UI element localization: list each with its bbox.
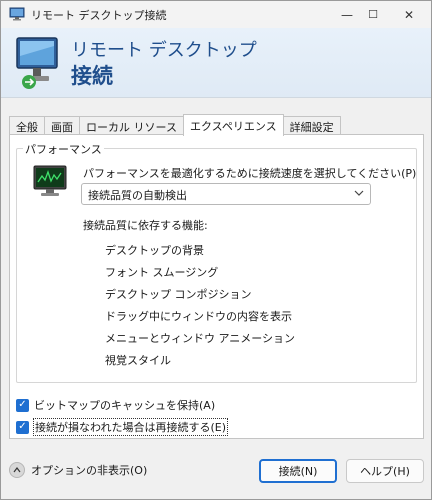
performance-group-label: パフォーマンス xyxy=(23,141,104,157)
remote-desktop-window: リモート デスクトップ接続 — ☐ ✕ リモート デスクトップ 接続 全般 画面… xyxy=(0,0,432,500)
remote-desktop-icon xyxy=(9,7,25,21)
checkbox-label: 接続が損なわれた場合は再接続する(E) xyxy=(33,418,228,436)
feature-item: 視覚スタイル xyxy=(105,354,171,367)
banner-title-line1: リモート デスクトップ xyxy=(71,40,257,61)
feature-item: デスクトップ コンポジション xyxy=(105,288,252,301)
hide-options-label: オプションの非表示(O) xyxy=(31,464,148,477)
banner-title-line2: 接続 xyxy=(71,64,113,88)
window-title: リモート デスクトップ接続 xyxy=(31,9,167,22)
chevron-down-icon xyxy=(354,186,364,203)
feature-item: デスクトップの背景 xyxy=(105,244,204,257)
persistent-bitmap-caching-checkbox[interactable]: ✓ ビットマップのキャッシュを保持(A) xyxy=(16,397,215,413)
connection-speed-description: パフォーマンスを最適化するために接続速度を選択してください(P) xyxy=(83,167,417,180)
experience-panel: パフォーマンス パフォーマンスを最適化するために接続速度を選択してください(P)… xyxy=(9,134,424,439)
maximize-button[interactable]: ☐ xyxy=(353,1,393,28)
connection-speed-dropdown[interactable]: 接続品質の自動検出 xyxy=(81,183,371,205)
title-bar: リモート デスクトップ接続 — ☐ ✕ xyxy=(1,1,431,28)
connection-speed-selected: 接続品質の自動検出 xyxy=(88,189,187,202)
tab-general[interactable]: 全般 xyxy=(9,116,45,135)
checkbox-label: ビットマップのキャッシュを保持(A) xyxy=(34,399,216,412)
help-button[interactable]: ヘルプ(H) xyxy=(346,459,424,483)
hide-options-toggle[interactable]: オプションの非表示(O) xyxy=(9,462,147,478)
banner: リモート デスクトップ 接続 xyxy=(1,28,431,98)
tab-display[interactable]: 画面 xyxy=(44,116,80,135)
feature-item: メニューとウィンドウ アニメーション xyxy=(105,332,296,345)
features-heading: 接続品質に依存する機能: xyxy=(83,219,208,232)
performance-monitor-icon xyxy=(33,165,67,196)
tab-strip: 全般 画面 ローカル リソース エクスペリエンス 詳細設定 xyxy=(9,114,341,136)
close-button[interactable]: ✕ xyxy=(389,1,429,28)
feature-item: ドラッグ中にウィンドウの内容を表示 xyxy=(105,310,292,323)
chevron-up-icon[interactable] xyxy=(9,462,25,478)
tab-local-resources[interactable]: ローカル リソース xyxy=(79,116,184,135)
performance-group: パフォーマンス パフォーマンスを最適化するために接続速度を選択してください(P)… xyxy=(16,141,417,383)
remote-desktop-monitor-icon xyxy=(16,37,58,89)
tab-experience[interactable]: エクスペリエンス xyxy=(182,114,284,136)
connect-button[interactable]: 接続(N) xyxy=(259,459,337,483)
tab-advanced[interactable]: 詳細設定 xyxy=(282,116,341,135)
reconnect-checkbox[interactable]: ✓ 接続が損なわれた場合は再接続する(E) xyxy=(16,418,228,436)
checkbox-checked-icon[interactable]: ✓ xyxy=(16,420,29,434)
checkbox-checked-icon[interactable]: ✓ xyxy=(16,398,29,412)
feature-item: フォント スムージング xyxy=(105,266,219,279)
